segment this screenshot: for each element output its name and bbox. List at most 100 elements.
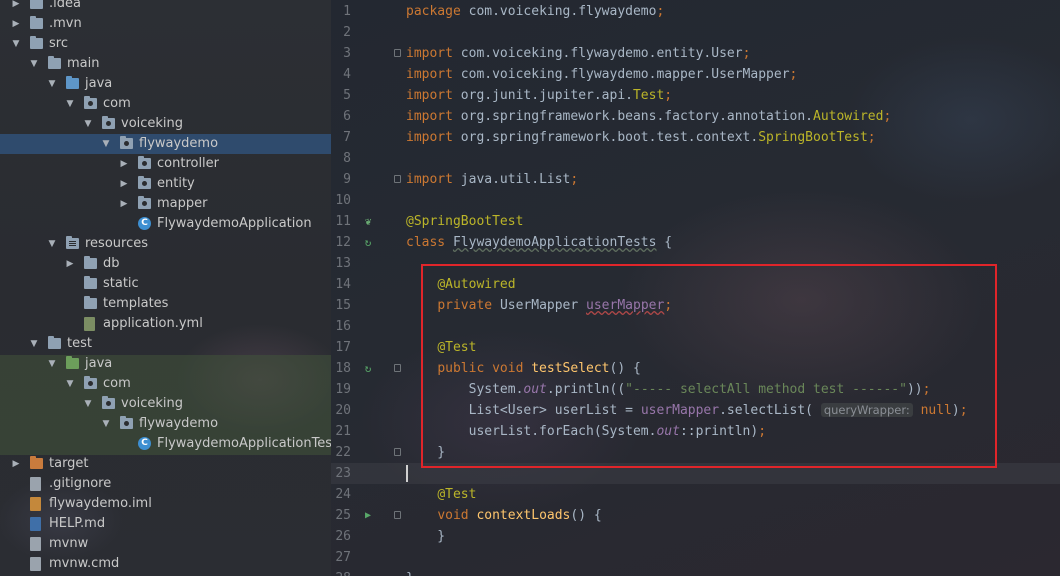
code-text: import org.junit.jupiter.api.Test; bbox=[406, 85, 672, 106]
run-test-gutter-icon[interactable]: ↻ bbox=[361, 232, 375, 253]
code-line[interactable]: 11 ❦ @SpringBootTest bbox=[331, 211, 1060, 232]
tree-node-controller-package[interactable]: ▶ controller bbox=[0, 154, 331, 174]
code-line[interactable]: 1 package com.voiceking.flywaydemo; bbox=[331, 1, 1060, 22]
fold-marker-icon[interactable] bbox=[394, 364, 401, 372]
tree-node-test-flywaydemo-package[interactable]: ▼ flywaydemo bbox=[0, 414, 331, 434]
expand-arrow-down-icon[interactable]: ▼ bbox=[46, 354, 58, 374]
tree-node-flywaydemo-application-class[interactable]: C FlywaydemoApplication bbox=[0, 214, 331, 234]
tree-node-db-folder[interactable]: ▶ db bbox=[0, 254, 331, 274]
package-icon bbox=[138, 196, 151, 209]
code-line[interactable]: 6 import org.springframework.beans.factor… bbox=[331, 106, 1060, 127]
run-gutter-icon[interactable]: ▶ bbox=[361, 505, 375, 526]
expand-arrow-down-icon[interactable]: ▼ bbox=[28, 54, 40, 74]
package-icon bbox=[84, 96, 97, 109]
tree-node-flywaydemo-application-tests-class[interactable]: C FlywaydemoApplicationTests bbox=[0, 434, 331, 454]
expand-arrow-down-icon[interactable]: ▼ bbox=[100, 414, 112, 434]
line-number: 25 bbox=[335, 508, 351, 523]
tree-node-help-md-file[interactable]: HELP.md bbox=[0, 514, 331, 534]
code-line[interactable]: 12 ↻ class FlywaydemoApplicationTests { bbox=[331, 232, 1060, 253]
run-test-gutter-icon[interactable]: ↻ bbox=[361, 358, 375, 379]
code-token: @Test bbox=[437, 487, 477, 502]
expand-arrow-down-icon[interactable]: ▼ bbox=[64, 374, 76, 394]
tree-node-iml-file[interactable]: flywaydemo.iml bbox=[0, 494, 331, 514]
tree-node-target-folder[interactable]: ▶ target bbox=[0, 454, 331, 474]
expand-arrow-right-icon[interactable]: ▶ bbox=[10, 14, 22, 34]
tree-node-main-voiceking-package[interactable]: ▼ voiceking bbox=[0, 114, 331, 134]
tree-node-test-com-package[interactable]: ▼ com bbox=[0, 374, 331, 394]
folder-icon bbox=[84, 296, 97, 309]
tree-node-resources-folder[interactable]: ▼ resources bbox=[0, 234, 331, 254]
fold-marker-icon[interactable] bbox=[394, 175, 401, 183]
code-line[interactable]: 26 } bbox=[331, 526, 1060, 547]
code-line[interactable]: 7 import org.springframework.boot.test.co… bbox=[331, 127, 1060, 148]
code-line[interactable]: 9 import java.util.List; bbox=[331, 169, 1060, 190]
expand-arrow-down-icon[interactable]: ▼ bbox=[100, 134, 112, 154]
expand-arrow-right-icon[interactable]: ▶ bbox=[64, 254, 76, 274]
code-line[interactable]: 8 bbox=[331, 148, 1060, 169]
fold-marker-icon[interactable] bbox=[394, 511, 401, 519]
tree-node-mvnw-file[interactable]: mvnw bbox=[0, 534, 331, 554]
expand-arrow-down-icon[interactable]: ▼ bbox=[82, 394, 94, 414]
tree-node-templates-folder[interactable]: templates bbox=[0, 294, 331, 314]
tree-node-main-com-package[interactable]: ▼ com bbox=[0, 94, 331, 114]
line-number: 22 bbox=[335, 445, 351, 460]
code-line[interactable]: 4 import com.voiceking.flywaydemo.mapper.… bbox=[331, 64, 1060, 85]
line-number: 12 bbox=[335, 235, 351, 250]
expand-arrow-down-icon[interactable]: ▼ bbox=[82, 114, 94, 134]
expand-arrow-right-icon[interactable]: ▶ bbox=[118, 154, 130, 174]
code-line[interactable]: 5 import org.junit.jupiter.api.Test; bbox=[331, 85, 1060, 106]
tree-node-idea-folder[interactable]: ▶ .idea bbox=[0, 0, 331, 14]
tree-node-application-yml-file[interactable]: application.yml bbox=[0, 314, 331, 334]
code-line[interactable]: 27 bbox=[331, 547, 1060, 568]
code-line[interactable]: 28} bbox=[331, 568, 1060, 576]
expand-arrow-down-icon[interactable]: ▼ bbox=[28, 334, 40, 354]
folder-icon bbox=[84, 256, 97, 269]
code-line[interactable]: 2 bbox=[331, 22, 1060, 43]
tree-node-test-java-folder[interactable]: ▼ java bbox=[0, 354, 331, 374]
fold-marker-icon[interactable] bbox=[394, 448, 401, 456]
expand-arrow-down-icon[interactable]: ▼ bbox=[46, 234, 58, 254]
expand-arrow-right-icon[interactable]: ▶ bbox=[10, 0, 22, 14]
tree-node-mvn-folder[interactable]: ▶ .mvn bbox=[0, 14, 331, 34]
tree-node-mvnw-cmd-file[interactable]: mvnw.cmd bbox=[0, 554, 331, 574]
code-line[interactable]: 10 bbox=[331, 190, 1060, 211]
tree-node-label: .idea bbox=[49, 0, 81, 11]
tree-node-src-folder[interactable]: ▼ src bbox=[0, 34, 331, 54]
line-number: 8 bbox=[343, 151, 351, 166]
code-line[interactable]: 3 import com.voiceking.flywaydemo.entity.… bbox=[331, 43, 1060, 64]
tree-node-entity-package[interactable]: ▶ entity bbox=[0, 174, 331, 194]
code-line[interactable]: 25 ▶ void contextLoads() { bbox=[331, 505, 1060, 526]
line-number: 7 bbox=[343, 130, 351, 145]
tree-node-label: static bbox=[103, 276, 139, 291]
expand-arrow-down-icon[interactable]: ▼ bbox=[64, 94, 76, 114]
tree-node-label: main bbox=[67, 56, 100, 71]
folder-icon bbox=[84, 276, 97, 289]
tree-node-static-folder[interactable]: static bbox=[0, 274, 331, 294]
expand-arrow-right-icon[interactable]: ▶ bbox=[10, 454, 22, 474]
expand-arrow-down-icon[interactable]: ▼ bbox=[46, 74, 58, 94]
tree-node-label: .gitignore bbox=[49, 476, 112, 491]
iml-file-icon bbox=[30, 497, 41, 511]
code-token: com.voiceking.flywaydemo.mapper.UserMapp… bbox=[460, 67, 790, 82]
text-caret bbox=[406, 465, 408, 482]
line-number: 17 bbox=[335, 340, 351, 355]
code-token: } bbox=[406, 529, 446, 544]
tree-node-test-voiceking-package[interactable]: ▼ voiceking bbox=[0, 394, 331, 414]
spring-bean-gutter-icon[interactable]: ❦ bbox=[361, 211, 375, 232]
tree-node-mapper-package[interactable]: ▶ mapper bbox=[0, 194, 331, 214]
expand-arrow-down-icon[interactable]: ▼ bbox=[10, 34, 22, 54]
code-line[interactable]: 24 @Test bbox=[331, 484, 1060, 505]
line-number: 2 bbox=[343, 25, 351, 40]
tree-node-main-java-folder[interactable]: ▼ java bbox=[0, 74, 331, 94]
tree-node-test-folder[interactable]: ▼ test bbox=[0, 334, 331, 354]
tree-node-main-flywaydemo-package[interactable]: ▼ flywaydemo bbox=[0, 134, 331, 154]
expand-arrow-right-icon[interactable]: ▶ bbox=[118, 194, 130, 214]
expand-arrow-right-icon[interactable]: ▶ bbox=[118, 174, 130, 194]
code-token: import bbox=[406, 46, 461, 61]
fold-marker-icon[interactable] bbox=[394, 49, 401, 57]
tree-node-gitignore-file[interactable]: .gitignore bbox=[0, 474, 331, 494]
tree-node-main-folder[interactable]: ▼ main bbox=[0, 54, 331, 74]
line-number: 11 bbox=[335, 214, 351, 229]
code-text: package com.voiceking.flywaydemo; bbox=[406, 1, 664, 22]
